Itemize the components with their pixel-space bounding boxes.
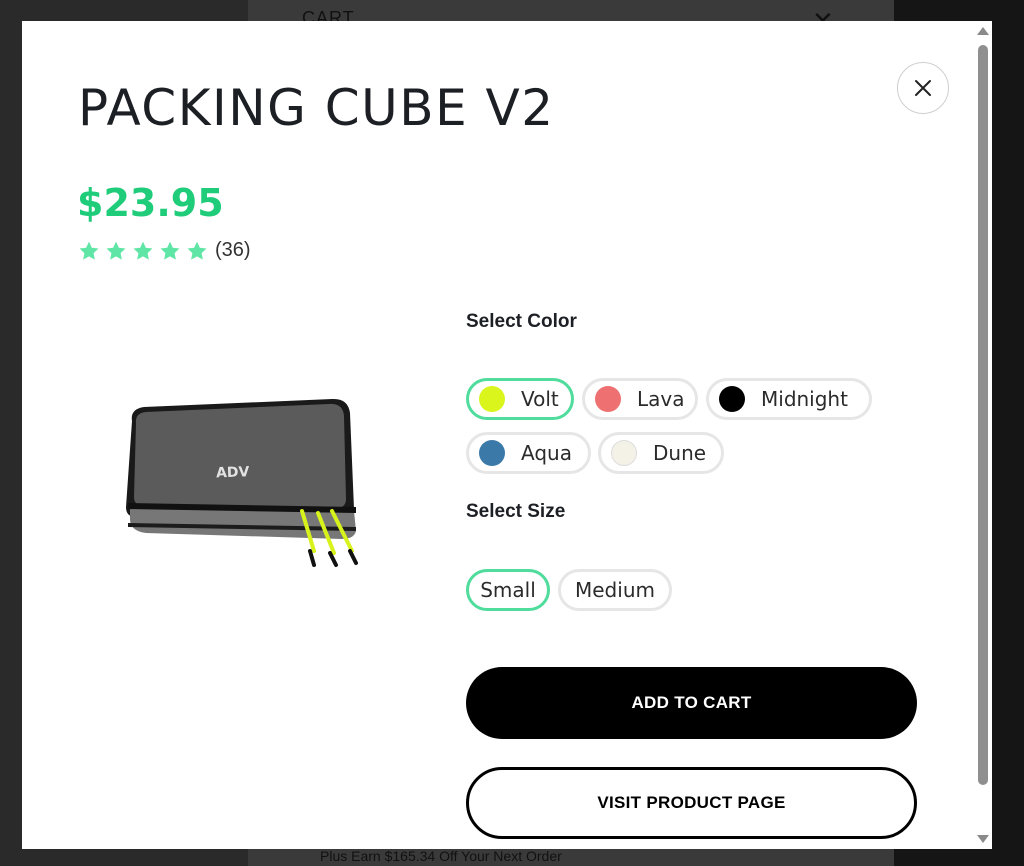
select-color-label: Select Color (466, 311, 577, 332)
product-rating[interactable]: (36) (78, 239, 251, 262)
color-option-midnight[interactable]: Midnight (706, 378, 872, 420)
select-size-label: Select Size (466, 501, 566, 522)
color-option-aqua[interactable]: Aqua (466, 432, 591, 474)
color-option-label: Dune (653, 441, 707, 465)
size-option-label: Medium (575, 578, 655, 602)
aqua-swatch (479, 440, 505, 466)
product-image: ADV (126, 398, 358, 567)
add-to-cart-button[interactable]: ADD TO CART (466, 667, 917, 739)
color-option-lava[interactable]: Lava (582, 378, 698, 420)
close-modal-button[interactable] (897, 62, 949, 114)
quick-view-modal: PACKING CUBE V2 $23.95 (36) ADV Select C… (22, 21, 992, 849)
dune-swatch (611, 440, 637, 466)
cart-promo-text: Plus Earn $165.34 Off Your Next Order (320, 848, 562, 864)
color-option-label: Volt (521, 387, 559, 411)
lava-swatch (595, 386, 621, 412)
product-price: $23.95 (77, 181, 224, 225)
color-option-label: Aqua (521, 441, 572, 465)
color-option-volt[interactable]: Volt (466, 378, 574, 420)
size-option-small[interactable]: Small (466, 569, 550, 611)
color-option-label: Lava (637, 387, 685, 411)
color-option-label: Midnight (761, 387, 848, 411)
scroll-up-arrow-icon[interactable] (977, 27, 989, 35)
scrollbar-thumb[interactable] (978, 45, 988, 785)
review-count[interactable]: (36) (215, 239, 251, 262)
star-icon (160, 241, 180, 260)
color-option-dune[interactable]: Dune (598, 432, 724, 474)
modal-scrollbar[interactable] (974, 21, 992, 849)
midnight-swatch (719, 386, 745, 412)
scroll-down-arrow-icon[interactable] (977, 835, 989, 843)
close-icon (915, 80, 931, 96)
star-icon (133, 241, 153, 260)
star-icon (187, 241, 207, 260)
product-title: PACKING CUBE V2 (78, 79, 555, 137)
star-icon (106, 241, 126, 260)
size-option-label: Small (480, 578, 536, 602)
volt-swatch (479, 386, 505, 412)
visit-product-page-button[interactable]: VISIT PRODUCT PAGE (466, 767, 917, 839)
size-option-medium[interactable]: Medium (558, 569, 672, 611)
product-logo: ADV (216, 464, 250, 481)
star-icon (79, 241, 99, 260)
